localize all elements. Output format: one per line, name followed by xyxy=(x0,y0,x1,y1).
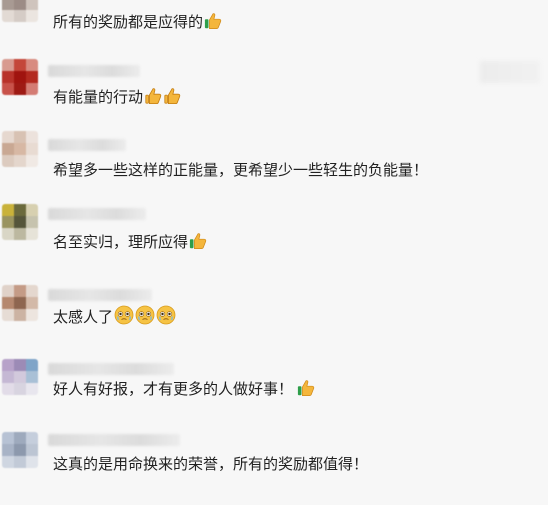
avatar[interactable] xyxy=(2,359,38,395)
comment-text: 希望多一些这样的正能量，更希望少一些轻生的负能量！ xyxy=(53,161,429,179)
avatar[interactable] xyxy=(2,0,38,22)
timestamp xyxy=(480,61,540,83)
comment-text: 名至实归，理所应得 xyxy=(53,232,207,252)
avatar[interactable] xyxy=(2,131,38,167)
username[interactable] xyxy=(48,289,152,301)
comment-text: 所有的奖励都是应得的 xyxy=(53,12,222,32)
thumbs-up-icon xyxy=(164,88,181,105)
comment-text: 这真的是用命换来的荣誉，所有的奖励都值得！ xyxy=(53,455,369,473)
crying-face-icon xyxy=(156,305,176,325)
username[interactable] xyxy=(48,208,146,220)
thumbs-up-icon xyxy=(189,233,207,250)
thumbs-up-icon xyxy=(145,88,162,105)
thumbs-up-icon xyxy=(297,380,315,397)
username[interactable] xyxy=(48,434,180,446)
crying-face-icon xyxy=(135,305,155,325)
comment-text: 好人有好报，才有更多的人做好事！ xyxy=(53,379,315,399)
avatar[interactable] xyxy=(2,59,38,95)
username[interactable] xyxy=(48,363,174,375)
username[interactable] xyxy=(48,65,140,77)
avatar[interactable] xyxy=(2,432,38,468)
avatar[interactable] xyxy=(2,204,38,240)
avatar[interactable] xyxy=(2,285,38,321)
thumbs-up-icon xyxy=(204,13,222,30)
username[interactable] xyxy=(48,139,126,151)
comment-text: 有能量的行动 xyxy=(53,87,181,107)
comment-text: 太感人了 xyxy=(53,305,176,327)
crying-face-icon xyxy=(114,305,134,325)
